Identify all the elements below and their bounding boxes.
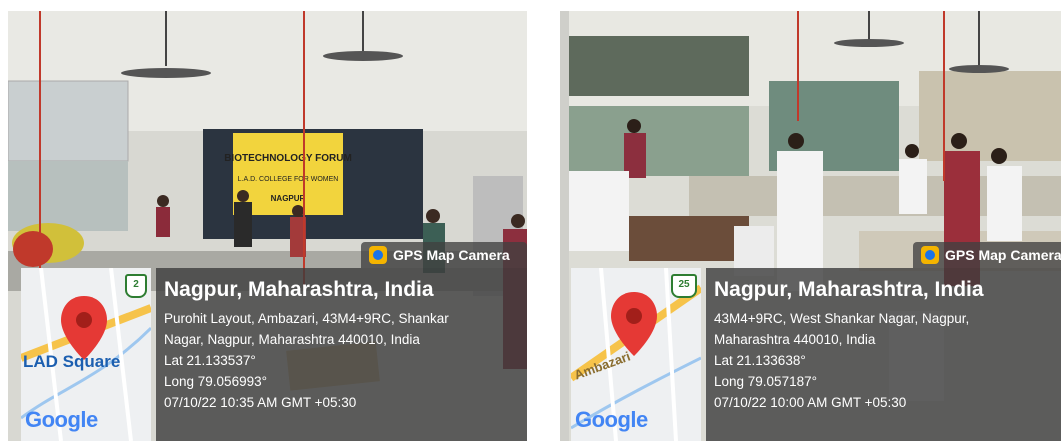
longitude: Long 79.057187°	[714, 374, 817, 389]
address-line-2: Nagar, Nagpur, Maharashtra 440010, India	[164, 332, 420, 347]
gps-map-camera-badge: GPS Map Camera	[361, 242, 527, 268]
route-shield: 25	[671, 274, 697, 298]
camera-app-icon	[921, 246, 939, 264]
google-logo: Google	[25, 407, 98, 432]
badge-label: GPS Map Camera	[945, 247, 1061, 263]
geotagged-photo-left: BIOTECHNOLOGY FORUM L.A.D. COLLEGE FOR W…	[8, 11, 527, 441]
banner-text-3: NAGPUR	[271, 194, 306, 203]
city-title: Nagpur, Maharashtra, India	[714, 278, 984, 301]
google-logo: Google	[575, 407, 648, 432]
geotagged-photo-right: GPS Map Camera 25 Ambazari Google Nagpur…	[560, 11, 1061, 441]
timestamp: 07/10/22 10:00 AM GMT +05:30	[714, 395, 907, 410]
location-info-panel: Nagpur, Maharashtra, India 43M4+9RC, Wes…	[706, 268, 1061, 441]
city-title: Nagpur, Maharashtra, India	[164, 278, 434, 301]
badge-label: GPS Map Camera	[393, 247, 510, 263]
latitude: Lat 21.133638°	[714, 353, 806, 368]
map-place-label: LAD Square	[23, 352, 121, 371]
longitude: Long 79.056993°	[164, 374, 267, 389]
camera-app-icon	[369, 246, 387, 264]
latitude: Lat 21.133537°	[164, 353, 256, 368]
gps-map-camera-badge: GPS Map Camera	[913, 242, 1061, 268]
timestamp: 07/10/22 10:35 AM GMT +05:30	[164, 395, 357, 410]
mini-map: 25 Ambazari Google	[571, 268, 701, 441]
banner-text-1: BIOTECHNOLOGY FORUM	[224, 153, 352, 164]
address-line-1: Purohit Layout, Ambazari, 43M4+9RC, Shan…	[164, 311, 449, 326]
mini-map: 2 LAD Square Google	[21, 268, 151, 441]
banner-text-2: L.A.D. COLLEGE FOR WOMEN	[238, 176, 339, 183]
location-info-panel: Nagpur, Maharashtra, India Purohit Layou…	[156, 268, 527, 441]
route-shield: 2	[125, 274, 147, 298]
address-line-1: 43M4+9RC, West Shankar Nagar, Nagpur,	[714, 311, 970, 326]
address-line-2: Maharashtra 440010, India	[714, 332, 876, 347]
